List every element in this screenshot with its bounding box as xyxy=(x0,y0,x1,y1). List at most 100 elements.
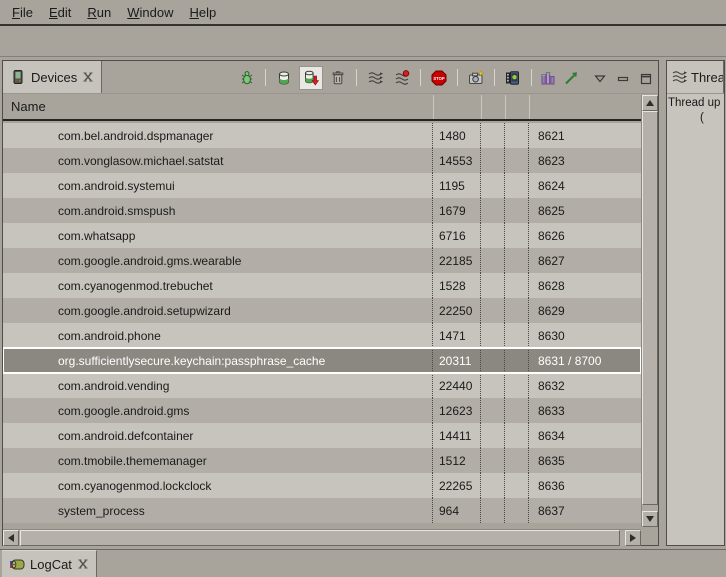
table-row[interactable]: com.vonglasow.michael.satstat145538623 xyxy=(3,148,641,173)
cell-name: com.vonglasow.michael.satstat xyxy=(3,148,433,173)
column-divider[interactable] xyxy=(481,95,482,119)
cell-name: com.android.phone xyxy=(3,323,433,348)
screen-record-icon xyxy=(505,70,521,86)
threads-icon xyxy=(671,69,687,85)
table-row[interactable]: com.android.systemui11958624 xyxy=(3,173,641,198)
cell-name: com.cyanogenmod.trebuchet xyxy=(3,273,433,298)
tab-devices[interactable]: Devices xyxy=(3,61,102,93)
table-row[interactable]: com.android.vending224408632 xyxy=(3,373,641,398)
table-row[interactable]: com.android.phone14718630 xyxy=(3,323,641,348)
cell-e2 xyxy=(505,348,529,373)
cell-port: 8628 xyxy=(529,273,641,298)
cell-name: com.google.android.gms.wearable xyxy=(3,248,433,273)
cell-port: 8637 xyxy=(529,498,641,523)
table-row[interactable]: com.bel.android.dspmanager14808621 xyxy=(3,123,641,148)
cell-port: 8630 xyxy=(529,323,641,348)
cell-e1 xyxy=(481,323,505,348)
screen-record-button[interactable] xyxy=(501,66,525,90)
minimize-button[interactable] xyxy=(613,66,633,90)
cell-e1 xyxy=(481,348,505,373)
table-row[interactable]: com.cyanogenmod.trebuchet1528 8628 xyxy=(3,273,641,298)
table-row[interactable]: com.android.smspush16798625 xyxy=(3,198,641,223)
start-tracing-button[interactable] xyxy=(561,66,581,90)
column-divider[interactable] xyxy=(529,95,530,119)
menu-file[interactable]: File xyxy=(4,5,41,20)
cell-e1 xyxy=(481,423,505,448)
table-row[interactable]: com.google.android.gms126238633 xyxy=(3,398,641,423)
debug-button[interactable] xyxy=(235,66,259,90)
minimize-icon xyxy=(617,72,629,84)
devices-toolbar: STOP xyxy=(235,61,656,94)
method-profiling-button[interactable] xyxy=(390,66,414,90)
scroll-up-button[interactable] xyxy=(642,95,658,111)
cell-name: com.google.android.setupwizard xyxy=(3,298,433,323)
table-row[interactable]: com.android.defcontainer144118634 xyxy=(3,423,641,448)
cell-port: 8633 xyxy=(529,398,641,423)
cell-e1 xyxy=(481,448,505,473)
menu-edit[interactable]: Edit xyxy=(41,5,79,20)
table-row[interactable]: system_process9648637 xyxy=(3,498,641,523)
view-menu-button[interactable] xyxy=(590,66,610,90)
scroll-left-button[interactable] xyxy=(3,530,19,546)
cell-e1 xyxy=(481,498,505,523)
devices-tabstrip: Devices xyxy=(3,61,658,94)
column-divider[interactable] xyxy=(433,95,434,119)
menu-run[interactable]: Run xyxy=(79,5,119,20)
column-header-name[interactable]: Name xyxy=(11,99,46,114)
cell-name: com.whatsapp xyxy=(3,223,433,248)
cell-pid: 22265 xyxy=(433,473,481,498)
maximize-icon xyxy=(640,72,652,84)
cell-e1 xyxy=(481,123,505,148)
cell-name: org.sufficientlysecure.keychain:passphra… xyxy=(3,348,433,373)
threads-view: Threa Thread up ( xyxy=(666,60,725,546)
update-heap-icon xyxy=(276,70,292,86)
cell-pid: 1480 xyxy=(433,123,481,148)
cell-pid: 1195 xyxy=(433,173,481,198)
cell-port: 8634 xyxy=(529,423,641,448)
menu-help[interactable]: Help xyxy=(181,5,224,20)
scroll-right-button[interactable] xyxy=(625,530,641,546)
update-threads-button[interactable] xyxy=(363,66,387,90)
cause-gc-button[interactable] xyxy=(326,66,350,90)
table-row[interactable]: com.google.android.gms.wearable221858627 xyxy=(3,248,641,273)
table-row[interactable]: com.cyanogenmod.lockclock222658636 xyxy=(3,473,641,498)
dump-hprof-button[interactable] xyxy=(299,66,323,90)
stop-process-button[interactable]: STOP xyxy=(427,66,451,90)
cell-pid: 22250 xyxy=(433,298,481,323)
horizontal-scrollbar[interactable] xyxy=(3,529,641,546)
devices-view: Devices xyxy=(2,60,659,546)
scroll-down-button[interactable] xyxy=(642,511,658,527)
start-tracing-icon xyxy=(563,70,579,86)
tab-logcat[interactable]: LogCat xyxy=(2,550,97,577)
vertical-scrollbar[interactable] xyxy=(641,95,658,527)
table-row[interactable]: com.tmobile.thememanager15128635 xyxy=(3,448,641,473)
cell-name: com.google.android.gms xyxy=(3,398,433,423)
close-icon[interactable] xyxy=(77,558,89,570)
cell-e2 xyxy=(505,323,529,348)
cell-pid: 1528 xyxy=(433,273,481,298)
vertical-scrollbar-thumb[interactable] xyxy=(642,111,658,505)
table-row[interactable]: org.sufficientlysecure.keychain:passphra… xyxy=(3,348,641,373)
screen-capture-button[interactable] xyxy=(464,66,488,90)
cell-port: 8625 xyxy=(529,198,641,223)
cell-name: com.android.vending xyxy=(3,373,433,398)
menu-window[interactable]: Window xyxy=(119,5,181,20)
cell-e1 xyxy=(481,173,505,198)
cell-e2 xyxy=(505,398,529,423)
table-row[interactable]: com.whatsapp67168626 xyxy=(3,223,641,248)
table-row[interactable]: com.google.android.setupwizard222508629 xyxy=(3,298,641,323)
close-icon[interactable] xyxy=(82,71,94,83)
system-info-icon xyxy=(540,70,556,86)
device-table-header[interactable]: Name xyxy=(3,95,641,121)
cell-e1 xyxy=(481,473,505,498)
maximize-button[interactable] xyxy=(636,66,656,90)
column-divider[interactable] xyxy=(505,95,506,119)
horizontal-scrollbar-thumb[interactable] xyxy=(20,530,620,546)
cell-e2 xyxy=(505,248,529,273)
cell-port: 8624 xyxy=(529,173,641,198)
cell-name: com.bel.android.dspmanager xyxy=(3,123,433,148)
update-heap-button[interactable] xyxy=(272,66,296,90)
tab-threads[interactable]: Threa xyxy=(667,61,724,93)
system-info-button[interactable] xyxy=(538,66,558,90)
tab-threads-label: Threa xyxy=(691,70,724,85)
